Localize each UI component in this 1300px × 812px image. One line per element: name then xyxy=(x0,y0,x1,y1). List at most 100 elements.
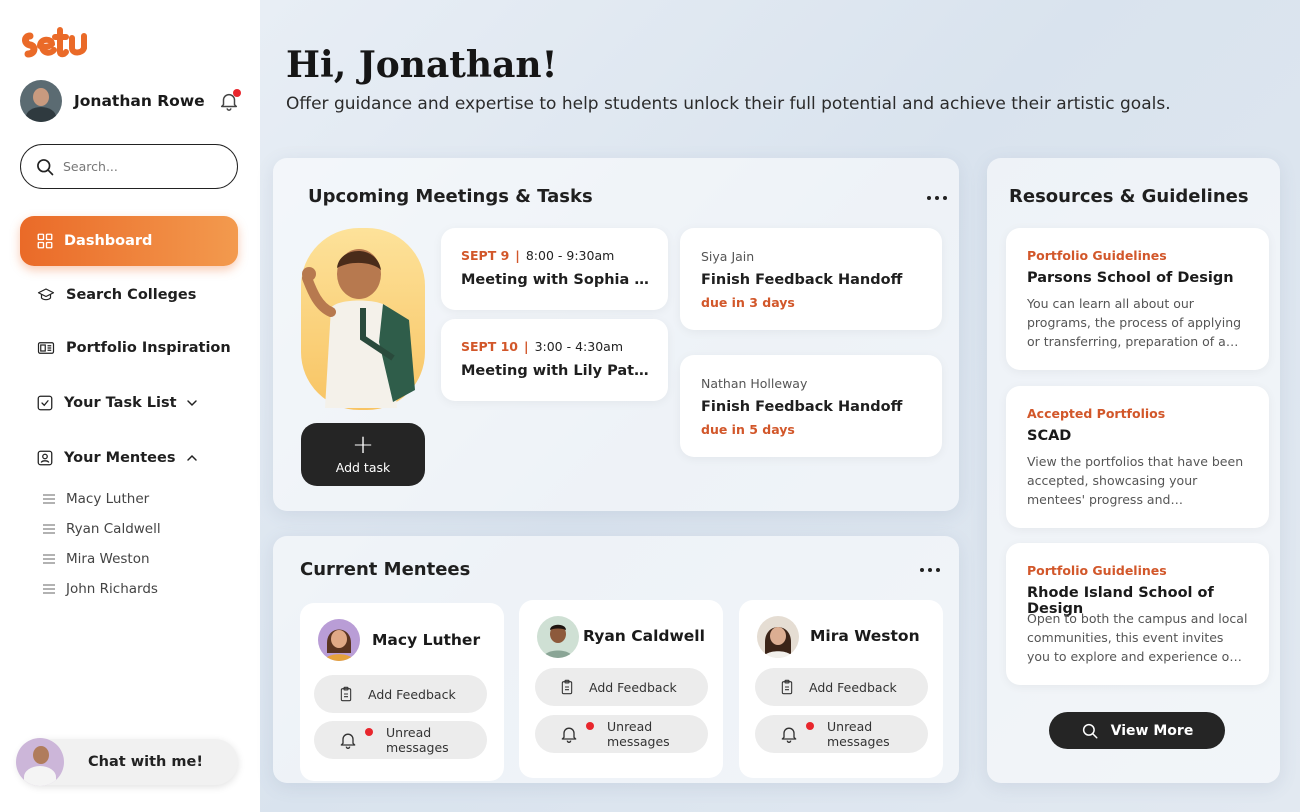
mentee-name: Ryan Caldwell xyxy=(583,627,705,645)
search-box[interactable] xyxy=(20,144,238,189)
unread-messages-button[interactable]: Unread messages xyxy=(535,715,708,753)
meeting-datetime: SEPT 10 | 3:00 - 4:30am xyxy=(461,339,623,354)
add-feedback-button[interactable]: Add Feedback xyxy=(535,668,708,706)
nav-task-list[interactable]: Your Task List xyxy=(20,378,238,428)
mentee-name: Mira Weston xyxy=(810,627,920,645)
page-subtitle: Offer guidance and expertise to help stu… xyxy=(286,94,1171,114)
search-icon xyxy=(1082,723,1098,738)
task-person: Nathan Holleway xyxy=(701,376,808,391)
meeting-card[interactable]: SEPT 9 | 8:00 - 9:30am Meeting with Sophia… xyxy=(441,228,668,310)
mentees-more-icon[interactable] xyxy=(920,568,940,574)
view-more-button[interactable]: View More xyxy=(1049,712,1225,749)
notification-bell-icon[interactable] xyxy=(218,89,241,112)
mentee-card[interactable]: Ryan Caldwell Add Feedback Unread messag… xyxy=(519,600,723,778)
plus-icon: + xyxy=(352,430,374,460)
resource-card[interactable]: Accepted Portfolios SCAD View the portfo… xyxy=(1006,386,1269,528)
graduation-cap-icon xyxy=(37,288,55,301)
resources-panel: Resources & Guidelines Portfolio Guideli… xyxy=(987,158,1280,783)
task-card[interactable]: Siya Jain Finish Feedback Handoff due in… xyxy=(680,228,942,330)
meeting-datetime: SEPT 9 | 8:00 - 9:30am xyxy=(461,248,615,263)
unread-dot xyxy=(806,722,814,730)
nav-dashboard[interactable]: Dashboard xyxy=(20,216,238,266)
user-profile[interactable]: Jonathan Rowe xyxy=(20,80,241,122)
resource-category: Accepted Portfolios xyxy=(1027,406,1166,421)
meetings-more-icon[interactable] xyxy=(927,196,947,202)
meetings-panel: Upcoming Meetings & Tasks + Add task SEP… xyxy=(273,158,959,511)
task-title: Finish Feedback Handoff xyxy=(701,399,903,415)
chevron-up-icon[interactable] xyxy=(184,450,200,466)
add-feedback-label: Add Feedback xyxy=(589,679,677,695)
nav-dashboard-label: Dashboard xyxy=(64,233,153,249)
meeting-date: SEPT 10 xyxy=(461,339,518,354)
unread-messages-button[interactable]: Unread messages xyxy=(314,721,487,759)
page-title: Hi, Jonathan! xyxy=(286,44,558,86)
clipboard-icon xyxy=(781,679,793,695)
checkbox-icon xyxy=(37,395,53,411)
resource-description: You can learn all about our programs, th… xyxy=(1027,296,1242,349)
add-feedback-label: Add Feedback xyxy=(809,679,897,695)
chat-label: Chat with me! xyxy=(88,754,203,770)
gallery-icon xyxy=(37,342,55,354)
menu-lines-icon xyxy=(43,494,55,504)
sidebar-mentee-label: Mira Weston xyxy=(66,551,150,567)
add-task-button[interactable]: + Add task xyxy=(301,423,425,486)
setu-logo[interactable] xyxy=(20,24,90,62)
sidebar-mentee-item[interactable]: John Richards xyxy=(42,581,158,597)
resource-card[interactable]: Portfolio Guidelines Parsons School of D… xyxy=(1006,228,1269,370)
bell-icon xyxy=(340,733,356,749)
sidebar-mentee-item[interactable]: Macy Luther xyxy=(42,491,149,507)
meeting-time: 3:00 - 4:30am xyxy=(534,339,623,354)
unread-messages-label: Unread messages xyxy=(386,725,449,755)
clipboard-icon xyxy=(340,686,352,702)
meeting-date: SEPT 9 xyxy=(461,248,510,263)
nav-portfolio-inspiration[interactable]: Portfolio Inspiration xyxy=(20,323,238,373)
search-input[interactable] xyxy=(63,159,223,174)
unread-messages-label: Unread messages xyxy=(607,719,670,749)
add-feedback-button[interactable]: Add Feedback xyxy=(314,675,487,713)
grid-icon xyxy=(37,233,53,249)
meetings-panel-title: Upcoming Meetings & Tasks xyxy=(308,186,593,207)
main-content: Hi, Jonathan! Offer guidance and experti… xyxy=(260,0,1300,812)
unread-messages-label: Unread messages xyxy=(827,719,890,749)
resource-title: Parsons School of Design xyxy=(1027,270,1234,286)
sidebar-mentee-label: Macy Luther xyxy=(66,491,150,507)
unread-dot xyxy=(586,722,594,730)
sidebar-mentee-item[interactable]: Ryan Caldwell xyxy=(42,521,161,537)
task-card[interactable]: Nathan Holleway Finish Feedback Handoff … xyxy=(680,355,942,457)
user-name: Jonathan Rowe xyxy=(74,92,205,110)
unread-dot xyxy=(365,728,373,736)
nav-your-mentees-label: Your Mentees xyxy=(64,450,176,466)
sidebar: Jonathan Rowe Dashboard Search Colleges … xyxy=(0,0,260,812)
add-task-label: Add task xyxy=(335,460,391,475)
task-title: Finish Feedback Handoff xyxy=(701,272,903,288)
mentee-card[interactable]: Macy Luther Add Feedback Unread messages xyxy=(300,603,504,781)
chat-button[interactable]: Chat with me! xyxy=(16,738,238,786)
add-feedback-button[interactable]: Add Feedback xyxy=(755,668,928,706)
meeting-card[interactable]: SEPT 10 | 3:00 - 4:30am Meeting with Lily … xyxy=(441,319,668,401)
chevron-down-icon[interactable] xyxy=(184,395,200,411)
sidebar-mentee-label: Ryan Caldwell xyxy=(66,521,161,537)
mentee-name: Macy Luther xyxy=(372,631,481,649)
nav-portfolio-inspiration-label: Portfolio Inspiration xyxy=(66,340,231,356)
meeting-title: Meeting with Sophia Rich xyxy=(461,272,651,288)
resource-description: View the portfolios that have been accep… xyxy=(1027,454,1244,507)
mentee-avatar xyxy=(537,616,579,658)
mentees-panel-title: Current Mentees xyxy=(300,559,471,580)
menu-lines-icon xyxy=(43,584,55,594)
mentees-panel: Current Mentees Macy Luther Add Feedback… xyxy=(273,536,959,783)
menu-lines-icon xyxy=(43,554,55,564)
mentee-card[interactable]: Mira Weston Add Feedback Unread messages xyxy=(739,600,943,778)
resource-card[interactable]: Portfolio Guidelines Rhode Island School… xyxy=(1006,543,1269,685)
view-more-label: View More xyxy=(1110,722,1194,739)
bell-icon xyxy=(781,727,797,743)
nav-search-colleges[interactable]: Search Colleges xyxy=(20,270,238,320)
task-due: due in 3 days xyxy=(701,295,795,310)
unread-messages-button[interactable]: Unread messages xyxy=(755,715,928,753)
user-avatar xyxy=(20,80,62,122)
nav-task-list-label: Your Task List xyxy=(64,395,177,411)
meeting-time: 8:00 - 9:30am xyxy=(525,248,615,263)
nav-your-mentees[interactable]: Your Mentees xyxy=(20,433,238,483)
sidebar-mentee-item[interactable]: Mira Weston xyxy=(42,551,150,567)
resource-title: SCAD xyxy=(1027,428,1072,444)
resources-panel-title: Resources & Guidelines xyxy=(1009,186,1249,207)
